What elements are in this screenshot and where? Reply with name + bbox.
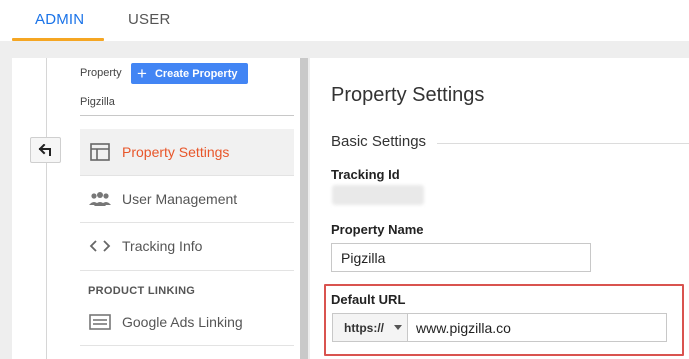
sidebar-item-label: User Management	[122, 191, 238, 207]
protocol-value: https://	[344, 320, 384, 335]
sidebar-item-label: Google Ads Linking	[122, 314, 243, 330]
top-tabs: ADMIN USER	[0, 0, 689, 41]
sidebar-item-tracking-info[interactable]: Tracking Info	[80, 223, 294, 269]
users-icon	[82, 191, 118, 207]
default-url-input[interactable]: www.pigzilla.co	[407, 313, 667, 342]
section-rule	[437, 143, 689, 144]
create-property-label: Create Property	[154, 67, 238, 80]
property-name-input[interactable]: Pigzilla	[331, 243, 591, 272]
protocol-select[interactable]: https://	[332, 313, 408, 342]
chevron-down-icon	[394, 325, 402, 330]
tracking-id-label: Tracking Id	[331, 167, 400, 182]
tab-admin[interactable]: ADMIN	[35, 11, 84, 28]
nav-separator	[80, 345, 294, 346]
sidebar-item-google-ads-linking[interactable]: Google Ads Linking	[80, 299, 294, 345]
sidebar-item-user-management[interactable]: User Management	[80, 176, 294, 222]
back-button[interactable]	[30, 137, 61, 163]
page-title: Property Settings	[331, 84, 485, 106]
default-url-label: Default URL	[331, 292, 406, 307]
nav-scrollbar[interactable]	[300, 58, 308, 359]
code-icon	[82, 239, 118, 253]
section-heading-product-linking: PRODUCT LINKING	[88, 285, 196, 297]
plus-icon: +	[137, 64, 147, 83]
property-label: Property	[80, 67, 122, 79]
layout-icon	[82, 143, 118, 161]
nav-separator	[80, 270, 294, 271]
sidebar-item-label: Property Settings	[122, 144, 230, 160]
property-name-label: Property Name	[331, 222, 424, 237]
tab-user[interactable]: USER	[128, 11, 170, 28]
create-property-button[interactable]: + Create Property	[131, 63, 248, 84]
back-arrow-icon	[38, 144, 51, 156]
ads-icon	[82, 314, 118, 330]
sidebar-item-property-settings[interactable]: Property Settings	[80, 129, 294, 175]
property-selector[interactable]: Pigzilla	[80, 96, 115, 108]
sidebar-item-label: Tracking Info	[122, 238, 203, 254]
nav-divider-line	[46, 58, 47, 359]
tracking-id-value-redacted	[332, 185, 424, 205]
section-title-basic-settings: Basic Settings	[331, 133, 427, 150]
property-selector-underline	[80, 115, 294, 116]
